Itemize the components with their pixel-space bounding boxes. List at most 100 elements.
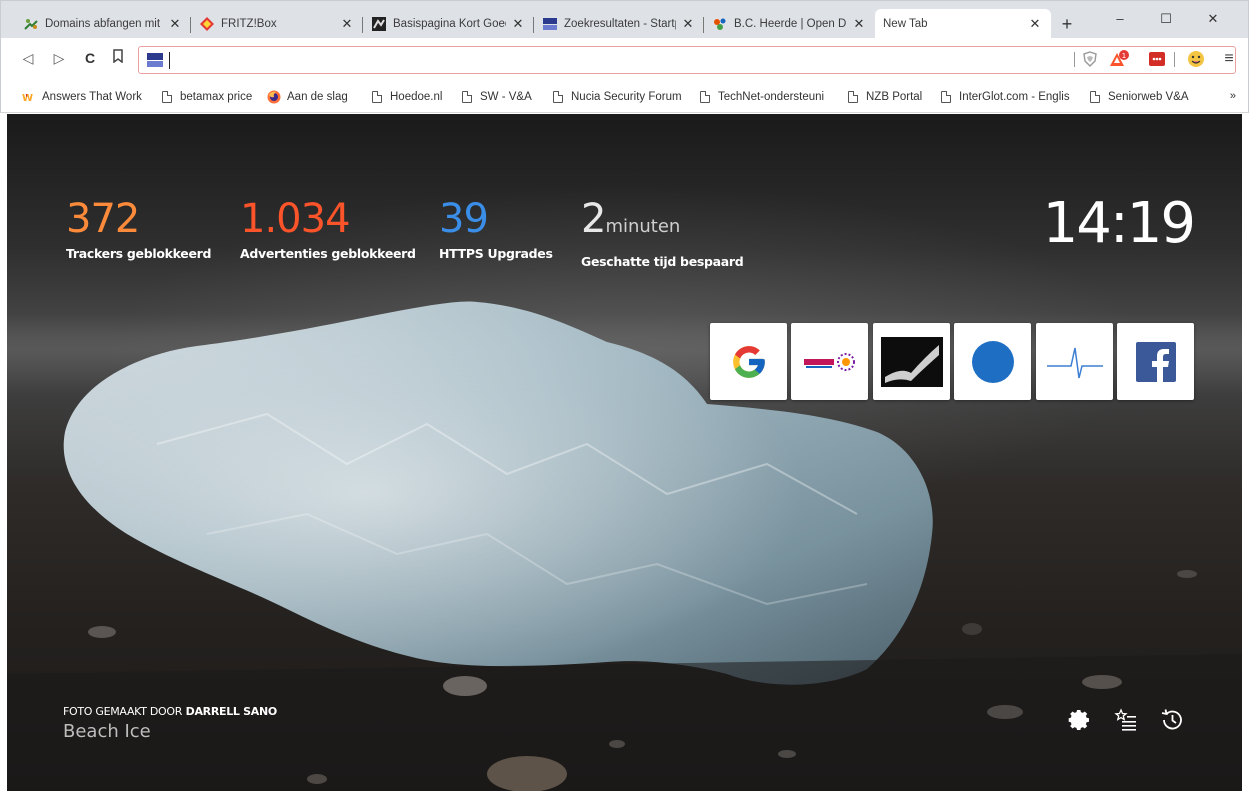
tab-basispagina[interactable]: Basispagina Kort Goed ✕ (363, 9, 534, 39)
bookmarks-bar: W ' Answers That Work betamax price Aan d… (0, 80, 1249, 113)
bookmark-nucia-security-forum[interactable]: Nucia Security Forum (551, 89, 681, 105)
tab-close-icon[interactable]: ✕ (339, 16, 355, 32)
stat-ads: 1.034 Advertenties geblokkeerd (240, 196, 416, 261)
bookmark-label: betamax price (180, 91, 253, 103)
text-caret (169, 52, 170, 69)
top-site-facebook[interactable] (1117, 323, 1194, 400)
bookmark-label: Aan de slag (287, 91, 348, 103)
brave-rewards-icon[interactable]: 1 (1108, 50, 1129, 68)
stat-time-number: 2 (581, 196, 606, 242)
minimize-button[interactable]: – (1100, 7, 1140, 31)
stat-https-value: 39 (439, 196, 489, 242)
basispagina-favicon-icon (371, 16, 387, 32)
atw-favicon-icon: W ' (22, 90, 36, 104)
svg-text:': ' (25, 93, 28, 104)
bookmarks-list-button[interactable] (1113, 707, 1139, 733)
gear-icon (1068, 710, 1089, 730)
top-site-computerclub[interactable] (791, 323, 868, 400)
stat-https-label: HTTPS Upgrades (439, 246, 553, 261)
new-tab-page: 372 Trackers geblokkeerd 1.034 Advertent… (7, 114, 1242, 791)
bookmarks-list-icon (1114, 708, 1136, 731)
brave-shields-icon[interactable] (1081, 50, 1099, 68)
bookmark-label: SW - V&A (480, 91, 532, 103)
photo-credit-author[interactable]: DARRELL SANO (186, 705, 278, 718)
photo-title: Beach Ice (63, 721, 151, 742)
bookmark-betamax-price[interactable]: betamax price (160, 89, 252, 105)
blue-circle-icon (971, 340, 1014, 383)
tab-close-icon[interactable]: ✕ (510, 16, 526, 32)
forward-button[interactable]: ▷ (50, 49, 68, 67)
address-bar[interactable] (138, 46, 1236, 74)
tab-close-icon[interactable]: ✕ (1027, 16, 1043, 32)
stat-time-value: 2minuten (581, 196, 743, 250)
bookmark-answers-that-work[interactable]: W ' Answers That Work (22, 89, 142, 105)
tab-close-icon[interactable]: ✕ (680, 16, 696, 32)
photo-credit: FOTO GEMAAKT DOOR DARRELL SANO Beach Ice (63, 705, 277, 742)
stat-ads-value: 1.034 (240, 196, 351, 242)
heartbeat-icon (1046, 347, 1103, 378)
tab-title: Domains abfangen mit (45, 18, 161, 30)
computerclub-logo-icon (803, 352, 855, 371)
settings-button[interactable] (1067, 707, 1093, 733)
new-tab-button[interactable]: + (1058, 15, 1076, 34)
bookmark-seniorweb[interactable]: Seniorweb V&A (1088, 89, 1189, 105)
menu-button[interactable]: ≡ (1220, 50, 1238, 68)
toolbar-separator (1074, 52, 1075, 67)
top-site-google[interactable] (710, 323, 787, 400)
bookmark-label: TechNet-ondersteuni (718, 91, 825, 103)
reload-button[interactable]: C (81, 49, 99, 67)
back-button[interactable]: ◁ (19, 49, 37, 67)
top-site-dark-photo[interactable] (873, 323, 950, 400)
tab-strip: Domains abfangen mit ✕ FRITZ!Box ✕ Basis… (0, 0, 1249, 39)
page-icon (698, 90, 712, 104)
stat-ads-label: Advertenties geblokkeerd (240, 246, 416, 261)
bookmark-label: InterGlot.com - Englis (959, 91, 1070, 103)
stat-time-saved: 2minuten Geschatte tijd bespaard (581, 196, 744, 269)
startpage-favicon-icon (147, 53, 163, 67)
top-site-blue-circle[interactable] (954, 323, 1031, 400)
tab-title: Zoekresultaten - Startp (564, 18, 676, 30)
startpage-favicon-icon (542, 16, 558, 32)
tab-title: FRITZ!Box (221, 18, 277, 30)
close-window-button[interactable]: ✕ (1193, 7, 1233, 31)
tab-title: New Tab (883, 18, 928, 30)
bookmark-label: Seniorweb V&A (1108, 91, 1189, 103)
bookmarks-overflow-button[interactable]: » (1230, 90, 1236, 102)
toolbar-separator (1174, 52, 1175, 67)
tab-title: B.C. Heerde | Open Dri (734, 18, 847, 30)
page-icon (160, 90, 174, 104)
tab-new-tab[interactable]: New Tab ✕ (875, 9, 1051, 39)
stat-https: 39 HTTPS Upgrades (439, 196, 553, 261)
bookmark-sw-va[interactable]: SW - V&A (460, 89, 532, 105)
bookmark-interglot[interactable]: InterGlot.com - Englis (939, 89, 1071, 105)
bookmark-icon (113, 49, 123, 64)
photo-credit-line: FOTO GEMAAKT DOOR DARRELL SANO (63, 705, 277, 718)
dark-photo-icon (880, 336, 943, 387)
fritzbox-favicon-icon (199, 16, 215, 32)
page-icon (846, 90, 860, 104)
tab-fritzbox[interactable]: FRITZ!Box ✕ (191, 9, 363, 39)
clock: 14:19 (1042, 191, 1196, 256)
extension-lastpass-icon[interactable] (1148, 50, 1166, 68)
bookmark-button[interactable] (109, 49, 127, 67)
tab-close-icon[interactable]: ✕ (167, 16, 183, 32)
bookmark-hoedoe[interactable]: Hoedoe.nl (370, 89, 442, 105)
stat-trackers-label: Trackers geblokkeerd (66, 246, 212, 261)
page-icon (1088, 90, 1102, 104)
profile-avatar-icon[interactable] (1187, 50, 1205, 68)
bookmark-technet[interactable]: TechNet-ondersteuni (698, 89, 828, 105)
tab-domains[interactable]: Domains abfangen mit ✕ (15, 9, 191, 39)
page-icon (370, 90, 384, 104)
tab-title: Basispagina Kort Goed (393, 18, 506, 30)
history-button[interactable] (1159, 707, 1185, 733)
bookmark-nzb-portal[interactable]: NZB Portal (846, 89, 922, 105)
address-input[interactable] (173, 50, 1053, 71)
tab-close-icon[interactable]: ✕ (851, 16, 867, 32)
maximize-button[interactable]: ☐ (1146, 7, 1186, 31)
tab-startpage[interactable]: Zoekresultaten - Startp ✕ (534, 9, 704, 39)
facebook-icon (1135, 341, 1176, 382)
bookmark-label: NZB Portal (866, 91, 923, 103)
tab-bcheerde[interactable]: B.C. Heerde | Open Dri ✕ (704, 9, 875, 39)
top-site-heartbeat[interactable] (1036, 323, 1113, 400)
bookmark-aan-de-slag[interactable]: Aan de slag (267, 89, 348, 105)
